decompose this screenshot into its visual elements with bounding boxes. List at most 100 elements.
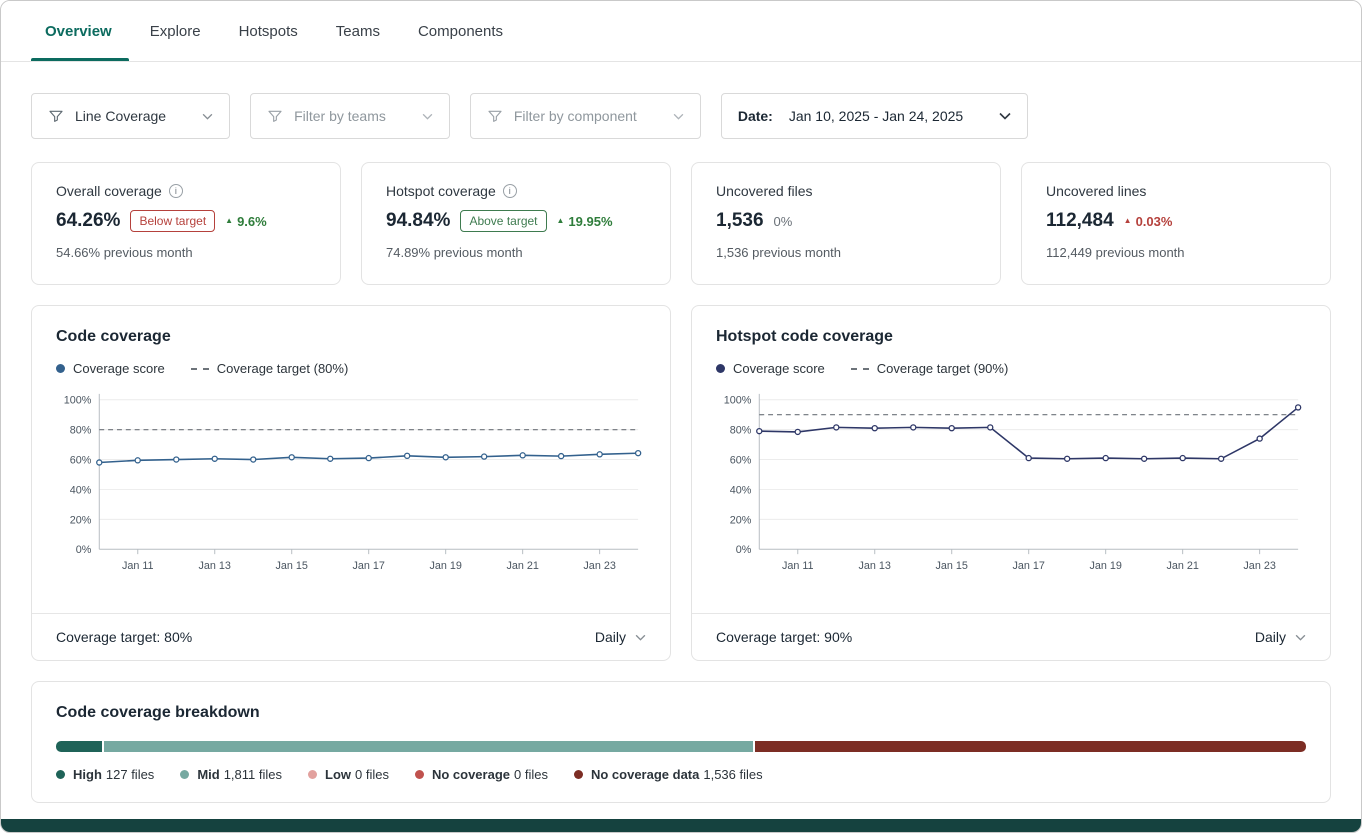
breakdown-title: Code coverage breakdown — [56, 704, 1306, 722]
overall-coverage-card: Overall coverage i 64.26% Below target ▲… — [31, 162, 341, 285]
svg-text:Jan 15: Jan 15 — [276, 560, 308, 572]
stat-previous: 74.89% previous month — [386, 245, 646, 260]
stat-value: 64.26% — [56, 210, 120, 232]
component-filter-placeholder: Filter by component — [514, 108, 637, 124]
svg-text:Jan 11: Jan 11 — [122, 560, 154, 572]
chart-legend: Coverage score Coverage target (90%) — [716, 361, 1306, 376]
chevron-down-icon — [673, 113, 684, 120]
svg-text:Jan 19: Jan 19 — [1089, 560, 1121, 572]
uncovered-files-card: Uncovered files 1,536 0% 1,536 previous … — [691, 162, 1001, 285]
status-badge: Above target — [460, 210, 546, 232]
chevron-down-icon — [422, 113, 433, 120]
svg-text:0%: 0% — [736, 544, 752, 556]
segment-dot-icon — [180, 770, 189, 779]
funnel-icon — [267, 108, 283, 124]
stat-value: 94.84% — [386, 210, 450, 232]
component-filter-dropdown[interactable]: Filter by component — [470, 93, 701, 139]
hotspot-coverage-line-chart: 0%20%40%60%80%100%Jan 11Jan 13Jan 15Jan … — [716, 386, 1306, 589]
uncovered-lines-card: Uncovered lines 112,484 ▲ 0.03% 112,449 … — [1021, 162, 1331, 285]
svg-text:Jan 21: Jan 21 — [506, 560, 538, 572]
stat-delta: ▲ 0.03% — [1124, 214, 1173, 229]
stat-title-text: Hotspot coverage — [386, 183, 496, 199]
svg-text:Jan 11: Jan 11 — [782, 560, 814, 572]
dashed-line-icon — [851, 368, 869, 370]
chevron-down-icon — [1295, 634, 1306, 641]
funnel-icon — [48, 108, 64, 124]
svg-text:40%: 40% — [70, 484, 92, 496]
interval-dropdown[interactable]: Daily — [1255, 629, 1306, 645]
svg-text:Jan 13: Jan 13 — [859, 560, 891, 572]
chevron-down-icon — [999, 112, 1011, 120]
tab-hotspots[interactable]: Hotspots — [239, 1, 298, 61]
interval-dropdown[interactable]: Daily — [595, 629, 646, 645]
tab-explore[interactable]: Explore — [150, 1, 201, 61]
status-badge: Below target — [130, 210, 215, 232]
breakdown-bar — [56, 741, 1306, 752]
arrow-up-icon: ▲ — [557, 217, 565, 225]
series-dot-icon — [56, 364, 65, 373]
svg-text:Jan 19: Jan 19 — [429, 560, 461, 572]
segment-dot-icon — [56, 770, 65, 779]
top-nav: Overview Explore Hotspots Teams Componen… — [1, 1, 1361, 62]
code-coverage-breakdown-card: Code coverage breakdown High127 files Mi… — [31, 681, 1331, 803]
chevron-down-icon — [202, 113, 213, 120]
teams-filter-placeholder: Filter by teams — [294, 108, 386, 124]
stat-previous: 54.66% previous month — [56, 245, 316, 260]
svg-text:Jan 23: Jan 23 — [1243, 560, 1275, 572]
stat-title-text: Uncovered files — [716, 183, 813, 199]
stat-previous: 1,536 previous month — [716, 245, 976, 260]
date-label: Date: — [738, 108, 773, 124]
legend-no-coverage-data: No coverage data1,536 files — [574, 767, 763, 782]
chevron-down-icon — [635, 634, 646, 641]
tab-teams[interactable]: Teams — [336, 1, 380, 61]
svg-text:Jan 21: Jan 21 — [1166, 560, 1198, 572]
chart-title: Hotspot code coverage — [716, 328, 1306, 346]
stat-value: 112,484 — [1046, 210, 1114, 232]
dashed-line-icon — [191, 368, 209, 370]
charts-row: Code coverage Coverage score Coverage ta… — [31, 305, 1331, 661]
series-dot-icon — [716, 364, 725, 373]
svg-text:20%: 20% — [730, 514, 752, 526]
arrow-up-icon: ▲ — [1124, 217, 1132, 225]
breakdown-bar-segment — [104, 741, 754, 752]
tab-components[interactable]: Components — [418, 1, 503, 61]
date-range-value: Jan 10, 2025 - Jan 24, 2025 — [789, 108, 963, 124]
svg-text:Jan 17: Jan 17 — [352, 560, 384, 572]
breakdown-legend: High127 files Mid1,811 files Low0 files … — [56, 767, 1306, 782]
segment-dot-icon — [308, 770, 317, 779]
stat-title-text: Overall coverage — [56, 183, 162, 199]
svg-text:Jan 23: Jan 23 — [583, 560, 615, 572]
tab-overview[interactable]: Overview — [45, 1, 112, 61]
coverage-dashboard-page: Overview Explore Hotspots Teams Componen… — [0, 0, 1362, 833]
hotspot-coverage-card: Hotspot coverage i 94.84% Above target ▲… — [361, 162, 671, 285]
stat-value: 1,536 — [716, 210, 764, 232]
svg-text:80%: 80% — [70, 425, 92, 437]
chart-footer: Coverage target: 80% Daily — [32, 613, 670, 660]
breakdown-bar-segment — [755, 741, 1306, 752]
coverage-type-dropdown[interactable]: Line Coverage — [31, 93, 230, 139]
info-icon[interactable]: i — [169, 184, 183, 198]
stat-title: Uncovered files — [716, 183, 976, 199]
segment-dot-icon — [415, 770, 424, 779]
stat-title: Uncovered lines — [1046, 183, 1306, 199]
svg-text:Jan 15: Jan 15 — [936, 560, 968, 572]
breakdown-bar-segment — [56, 741, 102, 752]
legend-coverage-target: Coverage target (90%) — [851, 361, 1009, 376]
svg-text:100%: 100% — [724, 395, 752, 407]
stat-delta: ▲ 9.6% — [225, 214, 267, 229]
legend-mid: Mid1,811 files — [180, 767, 282, 782]
info-icon[interactable]: i — [503, 184, 517, 198]
funnel-icon — [487, 108, 503, 124]
legend-coverage-score: Coverage score — [716, 361, 825, 376]
bottom-accent-strip — [1, 819, 1361, 832]
date-range-dropdown[interactable]: Date: Jan 10, 2025 - Jan 24, 2025 — [721, 93, 1028, 139]
hotspot-coverage-chart-card: Hotspot code coverage Coverage score Cov… — [691, 305, 1331, 661]
svg-text:100%: 100% — [64, 395, 92, 407]
code-coverage-line-chart: 0%20%40%60%80%100%Jan 11Jan 13Jan 15Jan … — [56, 386, 646, 589]
coverage-type-value: Line Coverage — [75, 108, 166, 124]
legend-low: Low0 files — [308, 767, 389, 782]
svg-text:0%: 0% — [76, 544, 92, 556]
stat-title: Hotspot coverage i — [386, 183, 646, 199]
teams-filter-dropdown[interactable]: Filter by teams — [250, 93, 450, 139]
chart-legend: Coverage score Coverage target (80%) — [56, 361, 646, 376]
